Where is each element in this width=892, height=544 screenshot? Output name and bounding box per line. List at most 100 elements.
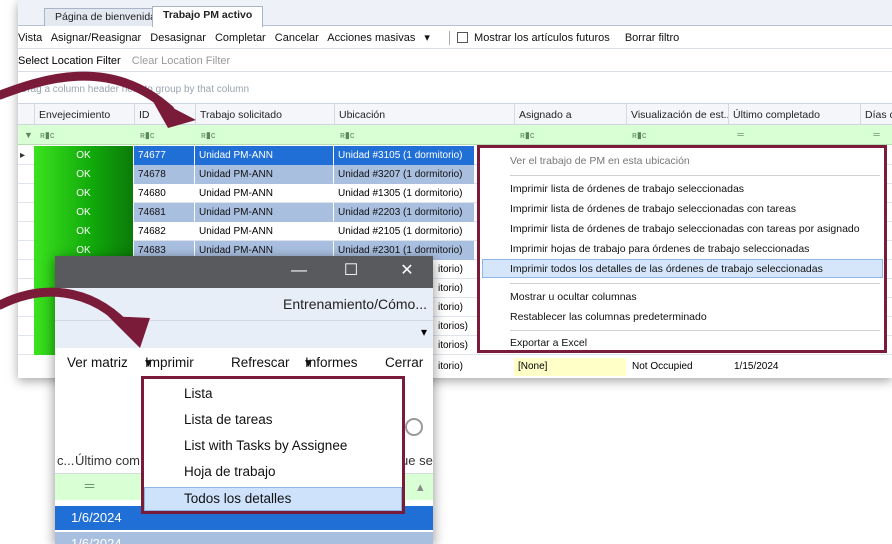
menu-item-mostrar-columnas[interactable]: Mostrar u ocultar columnas — [510, 288, 637, 306]
scroll-up-icon[interactable]: ▴ — [417, 474, 424, 500]
menu-item-imprimir-todos-detalles[interactable]: Imprimir todos los detalles de las órden… — [510, 260, 823, 278]
menu-item-imprimir-tareas-asignado[interactable]: Imprimir lista de órdenes de trabajo sel… — [510, 220, 860, 238]
menu-item-imprimir-hojas[interactable]: Imprimir hojas de trabajo para órdenes d… — [510, 240, 809, 258]
date-cell: 1/6/2024 — [71, 510, 122, 525]
col-visualizacion[interactable]: Visualización de est... — [626, 104, 728, 126]
group-by-hint: Drag a column header here to group by th… — [20, 84, 250, 95]
filter-cell-icon[interactable]: ʀ▮c — [197, 125, 215, 145]
ubicacion-cell: Unidad #1305 (1 dormitorio) — [338, 188, 463, 199]
completar-button[interactable]: Completar — [215, 32, 266, 44]
trabajo-cell: Unidad PM-ANN — [195, 203, 333, 222]
ubicacion-cell: itorios) — [438, 321, 469, 332]
borrar-filtro-button[interactable]: Borrar filtro — [625, 32, 679, 44]
date-cell: 1/6/2024 — [71, 536, 122, 544]
trabajo-cell: Unidad PM-ANN — [199, 226, 273, 237]
window-menubar: Ver matriz Imprimir ▾ Refrescar Informes… — [55, 350, 433, 376]
trabajo-cell: Unidad PM-ANN — [195, 146, 333, 165]
aging-cell: OK — [34, 203, 133, 222]
col-envejecimiento[interactable]: Envejecimiento — [34, 104, 134, 126]
asignado-cell: [None] — [514, 358, 626, 376]
training-link[interactable]: Entrenamiento/Cómo... — [55, 288, 433, 320]
desasignar-button[interactable]: Desasignar — [150, 32, 206, 44]
filter-cell-icon[interactable]: ʀ▮c — [516, 125, 534, 145]
filter-row[interactable]: ▼ ʀ▮c ʀ▮c ʀ▮c ʀ▮c ʀ▮c ʀ▮c ＝ ＝ — [18, 125, 892, 145]
vista-button[interactable]: Vista — [18, 32, 42, 44]
col-ultimo-completado[interactable]: Último completado — [728, 104, 860, 126]
ver-matriz-button[interactable]: Ver matriz — [67, 350, 128, 376]
mostrar-futuros-checkbox[interactable]: Mostrar los artículos futuros — [457, 32, 616, 44]
menu-item-exportar-excel[interactable]: Exportar a Excel — [510, 334, 587, 352]
informes-label: Informes — [305, 355, 358, 370]
col-header[interactable]: c... — [57, 448, 74, 474]
ubicacion-cell: Unidad #2203 (1 dormitorio) — [334, 203, 474, 222]
col-header[interactable]: ue se — [401, 448, 433, 474]
ubicacion-cell: Unidad #3207 (1 dormitorio) — [334, 165, 474, 184]
trabajo-cell: Unidad PM-ANN — [199, 188, 273, 199]
id-cell: 74678 — [134, 165, 194, 184]
ubicacion-cell: itorios) — [438, 340, 469, 351]
filter-cell-icon[interactable]: ʀ▮c — [136, 125, 154, 145]
col-trabajo-solicitado[interactable]: Trabajo solicitado — [195, 104, 334, 126]
grid-header: Envejecimiento ID Trabajo solicitado Ubi… — [18, 103, 892, 126]
close-icon[interactable]: ✕ — [395, 260, 419, 282]
clear-location-filter-button[interactable]: Clear Location Filter — [132, 55, 230, 67]
id-cell: 74680 — [138, 188, 166, 199]
col-dias[interactable]: Días c — [860, 104, 892, 126]
completado-cell: 1/15/2024 — [734, 361, 779, 372]
menu-item-ver-trabajo[interactable]: Ver el trabajo de PM en esta ubicación — [510, 152, 690, 170]
maximize-icon[interactable]: ☐ — [339, 260, 363, 282]
dropdown-arrow-icon: ▾ — [145, 355, 152, 370]
select-location-filter-button[interactable]: Select Location Filter — [18, 55, 121, 67]
col-ubicacion[interactable]: Ubicación — [334, 104, 514, 126]
cancelar-button[interactable]: Cancelar — [275, 32, 319, 44]
menu-item-imprimir-lista-tareas[interactable]: Imprimir lista de órdenes de trabajo sel… — [510, 200, 796, 218]
context-menu: Ver el trabajo de PM en esta ubicación I… — [477, 145, 887, 353]
print-item-lista-tareas[interactable]: Lista de tareas — [184, 409, 273, 431]
secondary-window: — ☐ ✕ Entrenamiento/Cómo... ▾ Ver matriz… — [55, 256, 433, 544]
col-header-ultimo[interactable]: Último com — [75, 448, 140, 474]
id-cell: 74682 — [138, 226, 166, 237]
tab-bienvenida[interactable]: Página de bienvenida — [44, 8, 168, 26]
ubicacion-cell: Unidad #3105 (1 dormitorio) — [334, 146, 474, 165]
dropdown-arrow-icon: ▾ — [305, 355, 312, 370]
aging-cell: OK — [34, 184, 133, 203]
filter-cell-icon[interactable]: ʀ▮c — [336, 125, 354, 145]
asignar-button[interactable]: Asignar/Reasignar — [51, 32, 142, 44]
tab-strip: Página de bienvenida Trabajo PM activo — [18, 0, 892, 27]
toolbar: Vista Asignar/Reasignar Desasignar Compl… — [18, 27, 892, 49]
search-icon[interactable] — [405, 418, 423, 436]
filter-equals-icon[interactable]: ＝ — [83, 474, 96, 500]
ubicacion-cell: itorio) — [438, 264, 464, 275]
ubicacion-cell: itorio) — [438, 302, 464, 313]
col-id[interactable]: ID — [134, 104, 195, 126]
filter-cell-icon[interactable]: ʀ▮c — [36, 125, 54, 145]
ubicacion-cell: itorio) — [438, 283, 464, 294]
menu-item-restablecer-columnas[interactable]: Restablecer las columnas predeterminado — [510, 308, 707, 326]
print-item-hoja-trabajo[interactable]: Hoja de trabajo — [184, 461, 276, 483]
filter-cell-icon[interactable]: ʀ▮c — [628, 125, 646, 145]
refrescar-button[interactable]: Refrescar — [231, 350, 290, 376]
trabajo-cell: Unidad PM-ANN — [195, 165, 333, 184]
window-titlebar: — ☐ ✕ — [55, 256, 433, 288]
divider — [448, 31, 450, 46]
minimize-icon[interactable]: — — [287, 260, 311, 282]
print-item-lista[interactable]: Lista — [184, 383, 213, 405]
menu-item-imprimir-lista[interactable]: Imprimir lista de órdenes de trabajo sel… — [510, 180, 744, 198]
tab-trabajo-pm-activo[interactable]: Trabajo PM activo — [152, 6, 264, 27]
ubicacion-cell: Unidad #2105 (1 dormitorio) — [338, 226, 463, 237]
col-asignado[interactable]: Asignado a — [514, 104, 626, 126]
print-item-todos-detalles[interactable]: Todos los detalles — [184, 488, 291, 510]
menu-divider — [510, 283, 880, 284]
filter-equals-icon[interactable]: ＝ — [868, 125, 881, 145]
filter-equals-icon[interactable]: ＝ — [732, 125, 745, 145]
table-row[interactable]: 1/6/2024 — [55, 532, 433, 544]
menu-divider — [510, 175, 880, 176]
print-item-tasks-by-assignee[interactable]: List with Tasks by Assignee — [184, 435, 347, 457]
mostrar-futuros-label: Mostrar los artículos futuros — [474, 32, 610, 44]
checkbox-icon — [457, 32, 469, 43]
cerrar-button[interactable]: Cerrar — [385, 350, 423, 376]
ribbon-expand-icon[interactable]: ▾ — [421, 325, 427, 339]
filter-icon[interactable]: ▼ — [20, 125, 33, 145]
dropdown-arrow-icon: ▾ — [424, 32, 430, 44]
acciones-masivas-button[interactable]: Acciones masivas ▾ — [327, 32, 436, 44]
